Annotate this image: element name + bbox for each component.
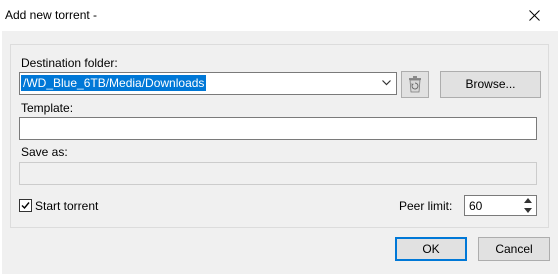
close-icon (529, 10, 540, 21)
template-label: Template: (21, 101, 74, 115)
save-as-field (19, 162, 537, 185)
peer-limit-decrement[interactable] (521, 206, 536, 215)
close-button[interactable] (512, 0, 558, 31)
start-torrent-checkbox[interactable] (19, 199, 32, 212)
destination-dropdown-button[interactable] (378, 73, 396, 94)
template-input[interactable] (19, 117, 537, 140)
clear-history-button[interactable] (401, 71, 429, 98)
spin-down-icon (524, 208, 532, 213)
checkmark-icon (21, 202, 30, 210)
dialog-body: Destination folder: /WD_Blue_6TB/Media/D… (2, 31, 558, 274)
window-title: Add new torrent - (5, 8, 98, 22)
browse-button[interactable]: Browse... (440, 71, 541, 98)
add-torrent-dialog: Add new torrent - Destination folder: /W… (0, 0, 558, 274)
save-as-label: Save as: (21, 145, 68, 159)
peer-limit-increment[interactable] (521, 196, 536, 205)
peer-limit-spinbox[interactable]: 60 (464, 195, 537, 216)
cancel-button[interactable]: Cancel (478, 237, 550, 261)
spin-up-icon (524, 198, 532, 203)
start-torrent-label[interactable]: Start torrent (35, 199, 98, 213)
peer-limit-value[interactable]: 60 (469, 199, 482, 213)
ok-button[interactable]: OK (395, 237, 467, 261)
title-bar: Add new torrent - (0, 0, 558, 31)
destination-folder-label: Destination folder: (21, 56, 118, 70)
destination-folder-combo[interactable]: /WD_Blue_6TB/Media/Downloads (19, 72, 397, 95)
options-group: Destination folder: /WD_Blue_6TB/Media/D… (10, 44, 549, 228)
recycle-bin-icon (409, 76, 421, 93)
destination-folder-value[interactable]: /WD_Blue_6TB/Media/Downloads (21, 75, 207, 91)
chevron-down-icon (382, 80, 391, 86)
peer-limit-label: Peer limit: (399, 199, 453, 213)
